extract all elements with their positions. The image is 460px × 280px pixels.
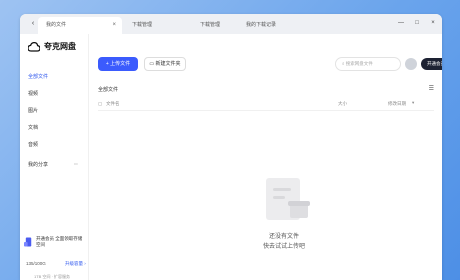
cloud-icon [28, 41, 40, 52]
select-all-checkbox[interactable]: ▢ [98, 101, 102, 107]
sidebar-item-all-files[interactable]: 全部文件 [28, 73, 48, 80]
column-date[interactable]: 修改日期 [388, 101, 406, 107]
search-input[interactable]: ⌕ 搜索网盘文件 [335, 57, 401, 71]
search-placeholder: 搜索网盘文件 [345, 61, 373, 66]
sidebar-item-video[interactable]: 视频 [28, 90, 38, 97]
close-window-icon[interactable]: × [428, 18, 438, 28]
tab-download-1[interactable]: 下载管理 [124, 17, 190, 34]
tab-label: 我的下载记录 [246, 22, 277, 28]
app-logo: 夸克网盘 [28, 41, 76, 52]
avatar[interactable] [405, 58, 417, 70]
empty-line-1: 还没有文件 [268, 234, 299, 240]
tab-download-2[interactable]: 下载管理 [192, 17, 236, 34]
storage-usage: 135/100G [26, 261, 46, 266]
tab-download-history[interactable]: 我的下载记录 [238, 17, 308, 34]
new-folder-button[interactable]: ▭ 新建文件夹 [144, 57, 186, 71]
breadcrumb[interactable]: 全部文件 [98, 86, 118, 93]
list-view-icon[interactable]: ☰ [429, 85, 434, 92]
tab-my-files[interactable]: 我的文件 × [38, 17, 122, 34]
app-name: 夸克网盘 [44, 42, 76, 51]
sidebar-item-documents[interactable]: 文档 [28, 124, 38, 131]
footer-note: 1TB 空间 · 扩容服务 [34, 274, 71, 279]
sidebar-divider-icon: ▭ [74, 161, 78, 166]
tab-bar: ‹ 我的文件 × 下载管理 下载管理 我的下载记录 — □ × [20, 14, 442, 34]
vip-button[interactable]: 开通会员 [421, 58, 442, 70]
close-icon[interactable]: × [112, 17, 116, 34]
sidebar-item-audio[interactable]: 音频 [28, 141, 38, 148]
column-size[interactable]: 大小 [338, 101, 347, 107]
phone-icon [24, 237, 32, 247]
tab-label: 下载管理 [132, 22, 153, 28]
sidebar-item-images[interactable]: 图片 [28, 107, 38, 114]
new-folder-label: 新建文件夹 [155, 61, 181, 67]
upload-label: 上传文件 [110, 61, 131, 67]
promo-banner[interactable]: 开通会员 全面领取存储空间 [24, 236, 86, 248]
upload-button[interactable]: + 上传文件 [98, 57, 138, 71]
empty-line-2: 快去试试上传吧 [262, 244, 305, 250]
sidebar-item-shares[interactable]: 我的分享 [28, 161, 48, 168]
sort-down-icon[interactable]: ▾ [412, 100, 414, 106]
app-window: ‹ 我的文件 × 下载管理 下载管理 我的下载记录 — □ × 夸克网盘 全部文… [20, 14, 442, 280]
empty-folder-icon [266, 178, 310, 220]
column-name[interactable]: 文件名 [106, 101, 120, 107]
upgrade-link[interactable]: 升级容量 › [65, 261, 86, 267]
tab-label: 我的文件 [46, 22, 67, 28]
promo-text: 开通会员 全面领取存储空间 [36, 236, 83, 247]
empty-state-text: 还没有文件 快去试试上传吧 [249, 232, 319, 252]
tab-label: 下载管理 [200, 22, 221, 28]
minimize-icon[interactable]: — [396, 18, 406, 28]
table-header: ▢ 文件名 大小 修改日期 ▾ [98, 100, 434, 111]
main-content: + 上传文件 ▭ 新建文件夹 ⌕ 搜索网盘文件 开通会员 全部文件 ☰ ▢ 文件… [89, 34, 442, 280]
back-icon[interactable]: ‹ [28, 19, 38, 29]
maximize-icon[interactable]: □ [412, 18, 422, 28]
